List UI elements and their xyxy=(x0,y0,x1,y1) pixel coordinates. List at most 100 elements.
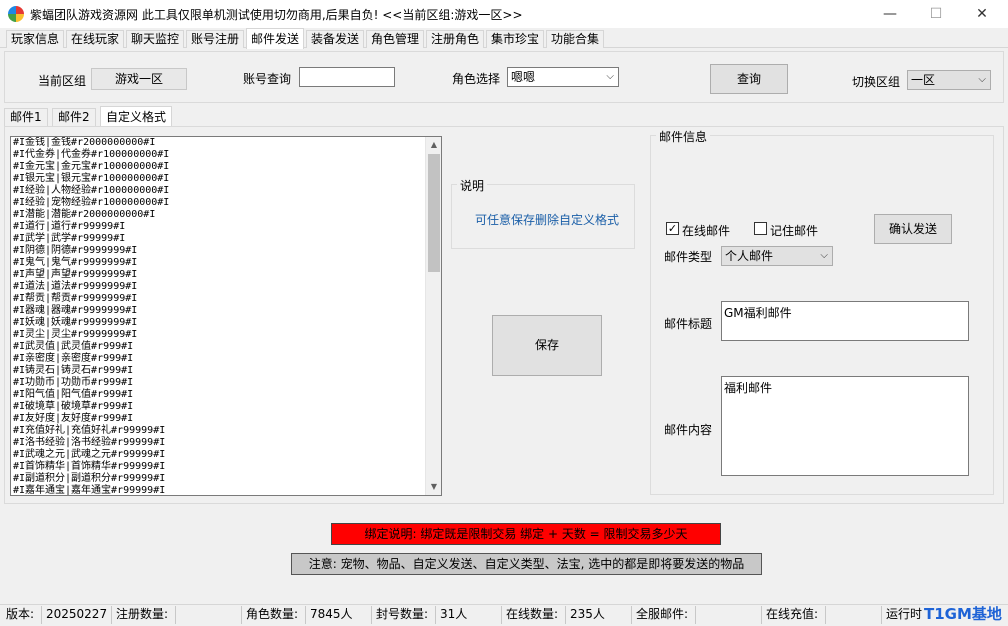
role-select-value: 嗯嗯 xyxy=(511,70,536,84)
query-button[interactable]: 查询 xyxy=(710,64,788,94)
list-item: #I嘉年通宝|嘉年通宝#r99999#I xyxy=(13,485,166,496)
list-item: #I银元宝|银元宝#r100000000#I xyxy=(13,173,170,184)
account-query-label: 账号查询 xyxy=(243,72,292,86)
list-item: #I阴德|阴德#r9999999#I xyxy=(13,245,138,256)
server-mail-value xyxy=(696,606,762,624)
list-item: #I铸灵石|铸灵石#r999#I xyxy=(13,365,134,376)
register-count-value xyxy=(176,606,242,624)
tab-online-players[interactable]: 在线玩家 xyxy=(66,30,125,48)
ban-count-value: 31人 xyxy=(436,606,502,624)
mail-title-label: 邮件标题 xyxy=(664,317,713,331)
custom-format-lines: #I金钱|金钱#r2000000000#I #I代金券|代金券#r10000000… xyxy=(13,137,423,496)
bind-notice: 绑定说明: 绑定既是限制交易 绑定 + 天数 = 限制交易多少天 xyxy=(331,523,721,545)
mail-type-value: 个人邮件 xyxy=(725,249,774,263)
chevron-down-icon: ⌵ xyxy=(606,71,614,82)
remember-mail-checkbox[interactable] xyxy=(754,222,767,235)
list-item: #I鬼气|鬼气#r9999999#I xyxy=(13,257,138,268)
account-query-input[interactable] xyxy=(299,67,395,87)
scrollbar-thumb[interactable] xyxy=(428,154,440,272)
remember-mail-label: 记住邮件 xyxy=(770,224,819,238)
app-logo-icon xyxy=(8,6,24,22)
list-item: #I经验|宠物经验#r100000000#I xyxy=(13,197,170,208)
online-recharge-label: 在线充值: xyxy=(762,606,826,624)
tab-account-register[interactable]: 账号注册 xyxy=(186,30,245,48)
list-item: #I武灵值|武灵值#r999#I xyxy=(13,341,134,352)
tab-feature-collection[interactable]: 功能合集 xyxy=(546,30,605,48)
list-item: #I武学|武学#r99999#I xyxy=(13,233,126,244)
list-item: #I道行|道行#r99999#I xyxy=(13,221,126,232)
list-item: #I代金券|代金券#r100000000#I xyxy=(13,149,170,160)
window-title: 紫蝠团队游戏资源网 此工具仅限单机测试使用切勿商用,后果自负! <<当前区组:游… xyxy=(30,8,523,22)
mail-type-label: 邮件类型 xyxy=(664,250,713,264)
tab-chat-monitor[interactable]: 聊天监控 xyxy=(126,30,185,48)
minimize-button[interactable]: — xyxy=(867,0,913,28)
switch-group-label: 切换区组 xyxy=(852,75,901,89)
custom-format-textarea[interactable]: #I金钱|金钱#r2000000000#I #I代金券|代金券#r10000000… xyxy=(10,136,442,496)
mail-type-dropdown[interactable]: 个人邮件 ⌵ xyxy=(721,246,833,266)
save-button[interactable]: 保存 xyxy=(492,315,602,376)
list-item: #I亲密度|亲密度#r999#I xyxy=(13,353,134,364)
explain-text: 可任意保存删除自定义格式 xyxy=(475,213,620,227)
server-mail-label: 全服邮件: xyxy=(632,606,696,624)
tab-equipment-send[interactable]: 装备发送 xyxy=(306,30,365,48)
scroll-up-icon[interactable]: ▲ xyxy=(426,137,441,153)
chevron-down-icon: ⌵ xyxy=(820,250,828,261)
current-group-value: 游戏一区 xyxy=(91,68,187,90)
switch-group-dropdown[interactable]: 一区 ⌵ xyxy=(907,70,991,90)
list-item: #I金钱|金钱#r2000000000#I xyxy=(13,137,156,148)
role-count-label: 角色数量: xyxy=(242,606,306,624)
scroll-down-icon[interactable]: ▼ xyxy=(426,479,441,495)
list-item: #I帮贡|帮贡#r9999999#I xyxy=(13,293,138,304)
list-item: #I友好度|友好度#r999#I xyxy=(13,413,134,424)
list-item: #I阳气值|阳气值#r999#I xyxy=(13,389,134,400)
online-mail-label: 在线邮件 xyxy=(682,224,731,238)
subtab-mail-2[interactable]: 邮件2 xyxy=(52,108,96,126)
role-select-label: 角色选择 xyxy=(452,72,501,86)
list-item: #I道法|道法#r9999999#I xyxy=(13,281,138,292)
subtab-mail-1[interactable]: 邮件1 xyxy=(4,108,48,126)
current-group-label: 当前区组 xyxy=(38,74,87,88)
version-value: 20250227 xyxy=(42,606,112,624)
list-item: #I器魂|器魂#r9999999#I xyxy=(13,305,138,316)
tab-mail-send[interactable]: 邮件发送 xyxy=(246,28,305,49)
mail-content-input[interactable]: 福利邮件 xyxy=(721,376,969,476)
mail-title-input[interactable]: GM福利邮件 xyxy=(721,301,969,341)
runtime-label: 运行时 xyxy=(886,607,923,621)
vertical-scrollbar[interactable]: ▲ ▼ xyxy=(425,137,441,495)
list-item: #I破境草|破境草#r999#I xyxy=(13,401,134,412)
list-item: #I潜能|潜能#r2000000000#I xyxy=(13,209,156,220)
close-button[interactable]: ✕ xyxy=(959,0,1005,28)
list-item: #I妖魂|妖魂#r9999999#I xyxy=(13,317,138,328)
watermark: T1GM基地 xyxy=(924,605,1002,623)
online-mail-checkbox[interactable]: ✓ xyxy=(666,222,679,235)
version-label: 版本: xyxy=(2,606,42,624)
list-item: #I声望|声望#r9999999#I xyxy=(13,269,138,280)
ban-count-label: 封号数量: xyxy=(372,606,436,624)
mail-info-title: 邮件信息 xyxy=(656,128,711,145)
list-item: #I洛书经验|洛书经验#r99999#I xyxy=(13,437,166,448)
send-notice: 注意: 宠物、物品、自定义发送、自定义类型、法宝, 选中的都是即将要发送的物品 xyxy=(291,553,762,575)
tab-register-role[interactable]: 注册角色 xyxy=(426,30,485,48)
switch-group-value: 一区 xyxy=(911,73,936,87)
list-item: #I充值好礼|充值好礼#r99999#I xyxy=(13,425,166,436)
list-item: #I经验|人物经验#r100000000#I xyxy=(13,185,170,196)
list-item: #I灵尘|灵尘#r9999999#I xyxy=(13,329,138,340)
tab-market-treasure[interactable]: 集市珍宝 xyxy=(486,30,545,48)
role-count-value: 7845人 xyxy=(306,606,372,624)
maximize-button[interactable]: ☐ xyxy=(913,0,959,28)
list-item: #I金元宝|金元宝#r100000000#I xyxy=(13,161,170,172)
tab-role-management[interactable]: 角色管理 xyxy=(366,30,425,48)
register-count-label: 注册数量: xyxy=(112,606,176,624)
online-count-label: 在线数量: xyxy=(502,606,566,624)
list-item: #I副道积分|副道积分#r99999#I xyxy=(13,473,166,484)
confirm-send-button[interactable]: 确认发送 xyxy=(874,214,952,244)
chevron-down-icon: ⌵ xyxy=(978,74,986,85)
tab-player-info[interactable]: 玩家信息 xyxy=(6,30,65,48)
list-item: #I武魂之元|武魂之元#r99999#I xyxy=(13,449,166,460)
mail-content-label: 邮件内容 xyxy=(664,423,713,437)
list-item: #I功勋币|功勋币#r999#I xyxy=(13,377,134,388)
online-count-value: 235人 xyxy=(566,606,632,624)
role-select-dropdown[interactable]: 嗯嗯 ⌵ xyxy=(507,67,619,87)
explain-group-title: 说明 xyxy=(457,177,488,194)
subtab-custom-format[interactable]: 自定义格式 xyxy=(100,106,173,127)
